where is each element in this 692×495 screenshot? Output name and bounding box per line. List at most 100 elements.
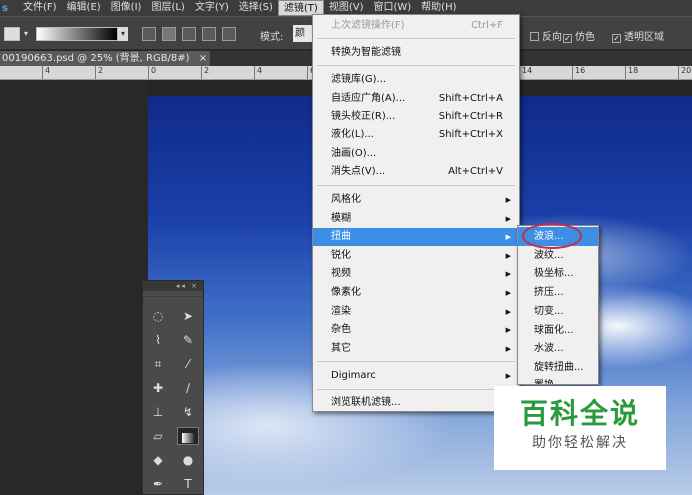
transparency-label: 透明区域: [624, 32, 664, 43]
gradient-dropdown-icon[interactable]: ▾: [118, 27, 128, 41]
menu-separator: [317, 361, 515, 362]
gradient-tool-icon[interactable]: [177, 427, 199, 445]
submenu-arrow-icon: ▶: [505, 196, 511, 204]
menu-file[interactable]: 文件(F): [18, 0, 62, 16]
twirl-item[interactable]: 旋转扭曲...: [518, 358, 598, 377]
close-tab-icon[interactable]: ×: [199, 53, 207, 64]
clone-stamp-tool-icon[interactable]: ⊥: [147, 403, 169, 421]
ripple-item[interactable]: 波纹...: [518, 246, 598, 265]
tools-panel-header[interactable]: ◂◂ ×: [143, 281, 203, 291]
liquify-item[interactable]: 液化(L)... Shift+Ctrl+X: [313, 126, 519, 144]
menu-select[interactable]: 选择(S): [234, 0, 278, 16]
lens-correction-item[interactable]: 镜头校正(R)... Shift+Ctrl+R: [313, 108, 519, 126]
document-title: 00190663.psd @ 25% (背景, RGB/8#): [2, 53, 190, 64]
other-label: 其它: [331, 343, 351, 354]
submenu-arrow-icon: ▶: [505, 345, 511, 353]
linear-gradient-button[interactable]: [142, 27, 156, 41]
menu-layer[interactable]: 图层(L): [146, 0, 189, 16]
dither-option[interactable]: ✓ 仿色: [563, 28, 595, 43]
last-filter-item[interactable]: 上次滤镜操作(F) Ctrl+F: [313, 17, 519, 35]
healing-brush-tool-icon[interactable]: ✚: [147, 379, 169, 397]
history-brush-tool-icon[interactable]: ↯: [177, 403, 199, 421]
vanishing-point-item[interactable]: 消失点(V)... Alt+Ctrl+V: [313, 163, 519, 181]
transparency-option[interactable]: ✓ 透明区域: [612, 28, 664, 43]
distort-item[interactable]: 扭曲 ▶: [313, 228, 519, 246]
watermark-subtitle: 助你轻松解决: [532, 435, 628, 451]
eyedropper-tool-icon[interactable]: ⁄: [177, 355, 199, 373]
gradient-picker[interactable]: [36, 27, 118, 41]
eraser-tool-icon[interactable]: ▱: [147, 427, 169, 445]
type-tool-icon[interactable]: T: [177, 475, 199, 493]
move-tool-icon[interactable]: ➤: [177, 307, 199, 325]
polar-coordinates-item[interactable]: 极坐标...: [518, 264, 598, 283]
pinch-item[interactable]: 挤压...: [518, 283, 598, 302]
document-tab[interactable]: 00190663.psd @ 25% (背景, RGB/8#) ×: [0, 51, 210, 66]
menu-type[interactable]: 文字(Y): [190, 0, 234, 16]
diamond-gradient-button[interactable]: [222, 27, 236, 41]
transparency-checkbox[interactable]: ✓: [612, 34, 621, 43]
ruler-tick: 14: [519, 66, 532, 79]
reverse-label: 反向: [542, 32, 562, 43]
stylize-label: 风格化: [331, 194, 361, 205]
shear-item[interactable]: 切变...: [518, 302, 598, 321]
menu-edit[interactable]: 编辑(E): [62, 0, 106, 16]
ruler-tick: 20: [678, 66, 691, 79]
tool-preset-picker[interactable]: [4, 27, 20, 41]
crop-tool-icon[interactable]: ⌗: [147, 355, 169, 373]
menu-separator: [317, 38, 515, 39]
app-logo: s: [2, 2, 8, 14]
other-item[interactable]: 其它 ▶: [313, 340, 519, 358]
oil-paint-item[interactable]: 油画(O)...: [313, 145, 519, 163]
sharpen-item[interactable]: 锐化 ▶: [313, 247, 519, 265]
digimarc-label: Digimarc: [331, 370, 376, 381]
video-item[interactable]: 视频 ▶: [313, 265, 519, 283]
lens-correction-label: 镜头校正(R)...: [331, 111, 396, 122]
displace-item[interactable]: 置换...: [518, 376, 598, 384]
render-item[interactable]: 渲染 ▶: [313, 303, 519, 321]
liquify-label: 液化(L)...: [331, 129, 374, 140]
collapse-icon[interactable]: ◂◂: [176, 282, 187, 290]
radial-gradient-button[interactable]: [162, 27, 176, 41]
dither-checkbox[interactable]: ✓: [563, 34, 572, 43]
tools-panel: ◂◂ × ◌ ➤ ⌇ ✎ ⌗ ⁄ ✚ ∕ ⊥ ↯ ▱ ◆ ● ✒ T: [142, 280, 204, 495]
blur-tool-icon[interactable]: ◆: [147, 451, 169, 469]
vanishing-point-label: 消失点(V)...: [331, 166, 386, 177]
digimarc-item[interactable]: Digimarc ▶: [313, 367, 519, 385]
submenu-arrow-icon: ▶: [505, 326, 511, 334]
adaptive-wide-angle-item[interactable]: 自适应广角(A)... Shift+Ctrl+A: [313, 90, 519, 108]
blur-item[interactable]: 模糊 ▶: [313, 210, 519, 228]
pen-tool-icon[interactable]: ✒: [147, 475, 169, 493]
close-icon[interactable]: ×: [191, 282, 199, 290]
filter-gallery-item[interactable]: 滤镜库(G)...: [313, 71, 519, 89]
ruler-tick: 4: [42, 66, 50, 79]
mode-select[interactable]: 颜: [293, 25, 313, 42]
marquee-tool-icon[interactable]: ◌: [147, 307, 169, 325]
submenu-arrow-icon: ▶: [505, 372, 511, 380]
zigzag-item[interactable]: 水波...: [518, 339, 598, 358]
menu-image[interactable]: 图像(I): [106, 0, 147, 16]
lasso-tool-icon[interactable]: ⌇: [147, 331, 169, 349]
pixelate-label: 像素化: [331, 287, 361, 298]
browse-online-filters-item[interactable]: 浏览联机滤镜...: [313, 394, 519, 412]
panel-grip[interactable]: [143, 291, 203, 297]
chevron-down-icon[interactable]: ▾: [24, 29, 28, 38]
submenu-arrow-icon: ▶: [505, 308, 511, 316]
brush-tool-icon[interactable]: ∕: [177, 379, 199, 397]
convert-smart-filter-item[interactable]: 转换为智能滤镜: [313, 44, 519, 62]
vanishing-point-shortcut: Alt+Ctrl+V: [448, 166, 503, 177]
noise-item[interactable]: 杂色 ▶: [313, 321, 519, 339]
pixelate-item[interactable]: 像素化 ▶: [313, 284, 519, 302]
reflected-gradient-button[interactable]: [202, 27, 216, 41]
convert-smart-filter-label: 转换为智能滤镜: [331, 47, 401, 58]
reverse-option[interactable]: 反向: [530, 28, 562, 43]
blur-label: 模糊: [331, 213, 351, 224]
filter-gallery-label: 滤镜库(G)...: [331, 74, 387, 85]
quick-select-tool-icon[interactable]: ✎: [177, 331, 199, 349]
stylize-item[interactable]: 风格化 ▶: [313, 191, 519, 209]
mode-label: 模式:: [260, 32, 284, 43]
angle-gradient-button[interactable]: [182, 27, 196, 41]
reverse-checkbox[interactable]: [530, 32, 539, 41]
filter-menu: 上次滤镜操作(F) Ctrl+F 转换为智能滤镜 滤镜库(G)... 自适应广角…: [312, 14, 520, 412]
spherize-item[interactable]: 球面化...: [518, 321, 598, 340]
dodge-tool-icon[interactable]: ●: [177, 451, 199, 469]
